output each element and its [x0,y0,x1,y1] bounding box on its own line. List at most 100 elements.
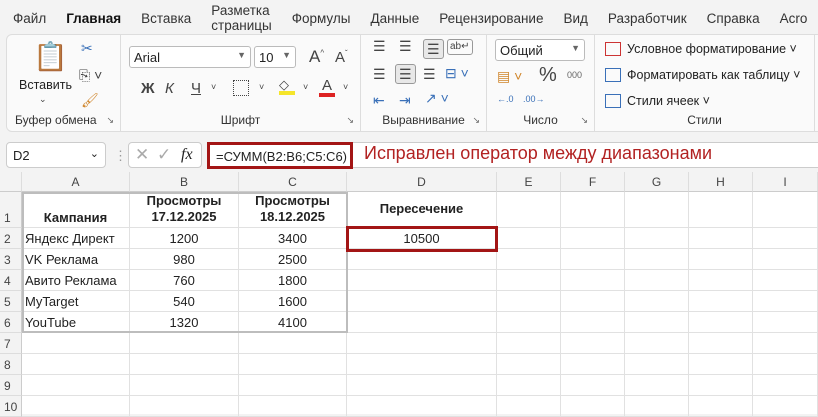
cancel-icon[interactable]: ✕ [135,145,149,165]
column-header-G[interactable]: G [625,172,689,192]
cell-G9[interactable] [625,375,689,396]
wrap-text-icon[interactable]: ab↵ [447,39,473,55]
tab-home[interactable]: Главная [66,11,121,26]
tab-page-layout[interactable]: Разметка страницы [211,3,271,33]
format-painter-icon[interactable]: 🖌 [81,93,99,107]
column-header-H[interactable]: H [689,172,753,192]
cell-D2[interactable]: 10500 [347,228,497,249]
cell-G5[interactable] [625,291,689,312]
cell-A5[interactable]: MyTarget [22,291,130,312]
font-name-select[interactable]: Arial ▼ [129,46,251,68]
paste-chevron-icon[interactable]: ⌄ [39,95,47,104]
name-box[interactable]: D2 ⌄ [6,142,106,168]
cell-F2[interactable] [561,228,625,249]
formula-input[interactable]: =СУММ(B2:B6;C5:C6) [207,142,353,169]
copy-icon[interactable]: ⎘ ˅ [79,68,102,82]
tab-insert[interactable]: Вставка [141,11,191,26]
font-color-icon[interactable]: A [319,78,335,97]
cell-G6[interactable] [625,312,689,333]
alignment-launcher-icon[interactable]: ↘ [472,115,480,126]
cell-A1[interactable]: Кампания [22,192,130,228]
insert-function-button[interactable]: fx [181,146,193,164]
cell-H3[interactable] [689,249,753,270]
format-as-table-button[interactable]: Форматировать как таблицу ˅ [605,68,800,82]
percent-button[interactable]: % [539,65,557,85]
cell-A2[interactable]: Яндекс Директ [22,228,130,249]
cell-C8[interactable] [239,354,347,375]
column-header-C[interactable]: C [239,172,347,192]
cell-A3[interactable]: VK Реклама [22,249,130,270]
thousands-button[interactable]: 000 [567,71,582,80]
column-header-B[interactable]: B [130,172,239,192]
cell-I9[interactable] [753,375,818,396]
row-header-2[interactable]: 2 [0,228,22,249]
cell-styles-button[interactable]: Стили ячеек ˅ [605,94,710,108]
font-size-select[interactable]: 10 ▼ [254,46,296,68]
cell-B6[interactable]: 1320 [130,312,239,333]
cell-B8[interactable] [130,354,239,375]
cell-D8[interactable] [347,354,497,375]
cell-B9[interactable] [130,375,239,396]
number-launcher-icon[interactable]: ↘ [580,115,588,126]
font-launcher-icon[interactable]: ↘ [346,115,354,126]
cell-A4[interactable]: Авито Реклама [22,270,130,291]
cell-E6[interactable] [497,312,561,333]
paste-button[interactable]: Вставить [19,79,72,92]
tab-file[interactable]: Файл [13,11,46,26]
cell-F1[interactable] [561,192,625,228]
column-header-E[interactable]: E [497,172,561,192]
cell-F3[interactable] [561,249,625,270]
column-header-F[interactable]: F [561,172,625,192]
bold-button[interactable]: Ж [141,81,155,96]
cell-B4[interactable]: 760 [130,270,239,291]
row-header-4[interactable]: 4 [0,270,22,291]
chevron-down-icon[interactable]: ˅ [343,83,348,92]
cell-D1[interactable]: Пересечение [347,192,497,228]
cell-E1[interactable] [497,192,561,228]
cell-I3[interactable] [753,249,818,270]
cell-G7[interactable] [625,333,689,354]
cell-H8[interactable] [689,354,753,375]
row-header-7[interactable]: 7 [0,333,22,354]
cell-G1[interactable] [625,192,689,228]
cell-C6[interactable]: 4100 [239,312,347,333]
cell-D7[interactable] [347,333,497,354]
column-header-A[interactable]: A [22,172,130,192]
borders-icon[interactable] [233,80,249,96]
cell-I4[interactable] [753,270,818,291]
row-header-5[interactable]: 5 [0,291,22,312]
orientation-icon[interactable]: ↗ ˅ [425,91,449,105]
column-header-D[interactable]: D [347,172,497,192]
cell-C1[interactable]: Просмотры 18.12.2025 [239,192,347,228]
tab-view[interactable]: Вид [563,11,587,26]
chevron-down-icon[interactable]: ˅ [303,83,308,92]
cell-I1[interactable] [753,192,818,228]
cell-E4[interactable] [497,270,561,291]
cell-F5[interactable] [561,291,625,312]
cut-icon[interactable]: ✂ [81,41,93,55]
tab-review[interactable]: Рецензирование [439,11,543,26]
cell-E9[interactable] [497,375,561,396]
align-bottom-icon[interactable]: ☰ [423,39,444,59]
tab-data[interactable]: Данные [370,11,419,26]
chevron-down-icon[interactable]: ⌄ [90,147,99,160]
cell-I7[interactable] [753,333,818,354]
cell-I8[interactable] [753,354,818,375]
chevron-down-icon[interactable]: ˅ [211,83,216,92]
cell-G8[interactable] [625,354,689,375]
cell-D9[interactable] [347,375,497,396]
cell-B3[interactable]: 980 [130,249,239,270]
cell-H4[interactable] [689,270,753,291]
cell-H2[interactable] [689,228,753,249]
row-header-6[interactable]: 6 [0,312,22,333]
align-top-icon[interactable]: ☰ [373,39,386,53]
row-header-3[interactable]: 3 [0,249,22,270]
cell-F8[interactable] [561,354,625,375]
column-header-I[interactable]: I [753,172,818,192]
decrease-font-icon[interactable]: Aˇ [335,50,348,66]
cell-G3[interactable] [625,249,689,270]
cell-G2[interactable] [625,228,689,249]
cell-H7[interactable] [689,333,753,354]
decrease-decimal-icon[interactable]: .00→ [523,95,545,104]
cell-F6[interactable] [561,312,625,333]
